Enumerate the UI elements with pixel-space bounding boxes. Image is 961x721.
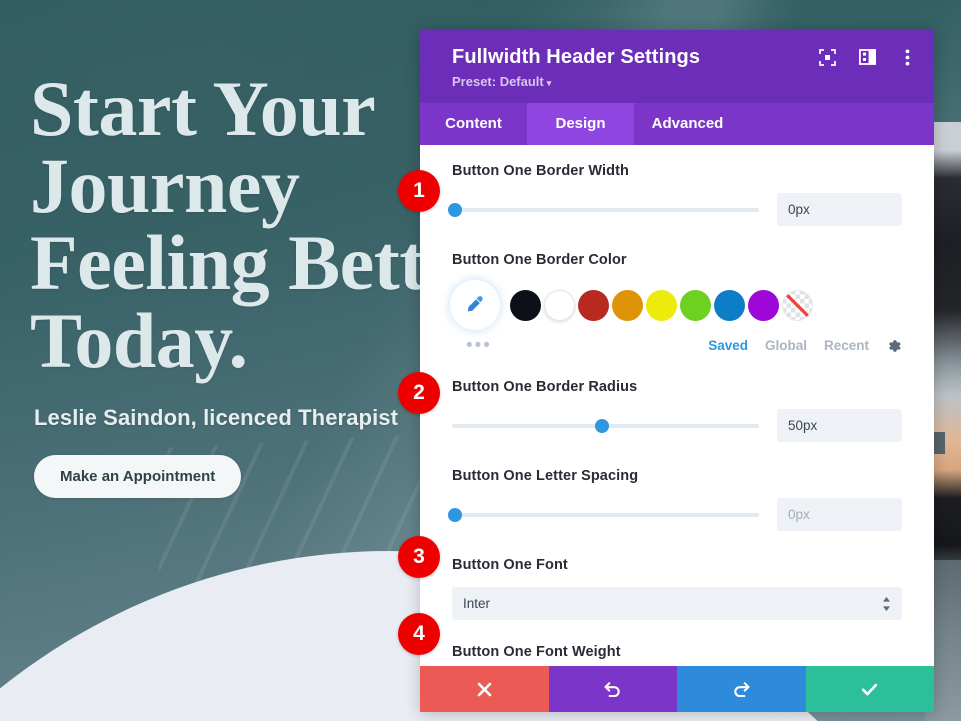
field-label-font-weight: Button One Font Weight [452,644,621,660]
palette-tab-global[interactable]: Global [765,338,807,353]
field-font-weight: Button One Font Weight [452,644,902,666]
border-radius-slider[interactable] [452,418,759,433]
palette-tab-saved[interactable]: Saved [708,338,748,353]
swatch-orange[interactable] [612,289,643,321]
more-vertical-icon[interactable] [898,48,916,66]
palette-tabs: Saved Global Recent [708,338,902,354]
eyedropper-icon[interactable] [452,282,498,328]
panel-tabs: Content Design Advanced [420,103,934,145]
font-select-wrap [452,587,902,620]
border-radius-row [452,409,902,442]
panel-header: Fullwidth Header Settings Preset: Defaul… [420,30,934,103]
tab-content[interactable]: Content [420,103,527,145]
preset-label: Preset: Default [452,74,544,89]
slider-handle[interactable] [595,418,610,433]
panel-header-icons [818,48,916,66]
field-border-radius: Button One Border Radius [452,379,902,442]
panel-footer-actions [420,666,934,712]
field-letter-spacing: Button One Letter Spacing [448,468,902,531]
field-label-border-color: Button One Border Color [452,252,627,268]
tab-design[interactable]: Design [527,103,634,145]
make-appointment-button[interactable]: Make an Appointment [34,454,242,498]
module-settings-panel: Fullwidth Header Settings Preset: Defaul… [420,30,934,712]
field-font: Button One Font [452,557,902,620]
color-swatch-row [452,282,902,328]
step-badge-1: 1 [398,170,440,212]
preset-selector[interactable]: Preset: Default ▾ [452,74,551,89]
border-radius-input[interactable] [777,409,902,442]
swatch-white[interactable] [544,289,575,321]
more-colors-icon[interactable]: ••• [452,336,492,355]
slider-handle[interactable] [448,507,463,522]
cancel-button[interactable] [420,666,549,712]
field-label-font: Button One Font [452,557,568,573]
slider-track [452,512,759,517]
layout-panel-icon[interactable] [858,48,876,66]
tab-advanced[interactable]: Advanced [634,103,741,145]
chevron-down-icon: ▾ [546,78,552,88]
letter-spacing-slider[interactable] [448,507,759,522]
undo-button[interactable] [548,666,677,712]
step-badge-2: 2 [398,372,440,414]
app-root: Start Your Journey Feeling Better Today.… [0,0,961,721]
swatch-purple[interactable] [748,289,779,321]
swatch-transparent[interactable] [782,289,813,321]
border-width-input[interactable] [777,193,902,226]
field-border-width: Button One Border Width [448,163,902,226]
swatch-yellow[interactable] [646,289,677,321]
slider-track [452,207,759,212]
slider-handle[interactable] [448,202,463,217]
font-select[interactable] [452,587,902,620]
border-width-slider[interactable] [448,202,759,217]
swatch-red[interactable] [578,289,609,321]
letter-spacing-input[interactable] [777,498,902,531]
step-badge-3: 3 [398,536,440,578]
focus-icon[interactable] [818,48,836,66]
letter-spacing-row [448,498,902,531]
save-button[interactable] [805,666,934,712]
redo-button[interactable] [677,666,806,712]
field-label-border-radius: Button One Border Radius [452,379,638,395]
panel-body: Button One Border Width Button One Borde… [420,145,934,666]
swatch-black[interactable] [510,289,541,321]
swatch-green[interactable] [680,289,711,321]
field-border-color: Button One Border Color ••• Saved Global… [452,252,902,355]
field-label-letter-spacing: Button One Letter Spacing [452,468,639,484]
gear-icon[interactable] [886,338,902,354]
border-width-row [448,193,902,226]
palette-controls-row: ••• Saved Global Recent [452,336,902,355]
step-badge-4: 4 [398,613,440,655]
swatch-blue[interactable] [714,289,745,321]
field-label-border-width: Button One Border Width [452,163,629,179]
palette-tab-recent[interactable]: Recent [824,338,869,353]
